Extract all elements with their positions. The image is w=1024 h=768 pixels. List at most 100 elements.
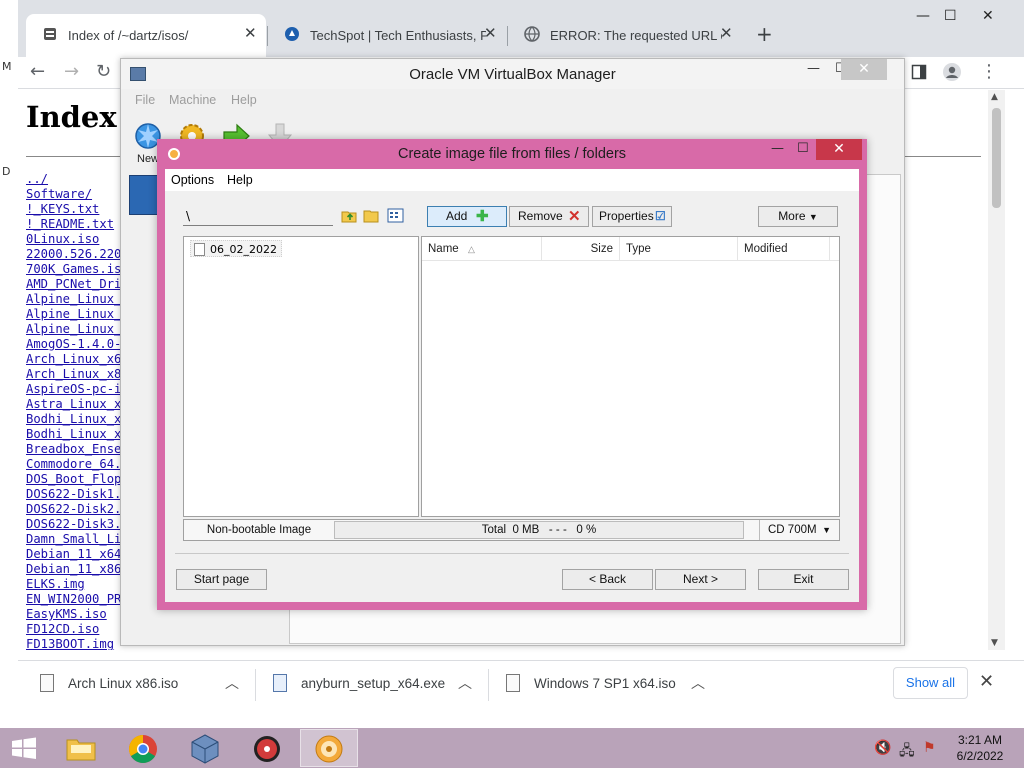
file-list-view[interactable]: Name △ Size Type Modified [421, 236, 840, 517]
chevron-up-icon[interactable]: ︿ [225, 673, 239, 693]
menu-machine[interactable]: Machine [169, 93, 216, 107]
taskbar-virtualbox[interactable] [176, 729, 234, 767]
minimize-icon[interactable]: — [916, 8, 930, 24]
file-link[interactable]: 0Linux.iso [26, 232, 99, 246]
file-link[interactable]: FD13BOOT.img [26, 637, 114, 650]
file-link[interactable]: EN_WIN2000_PR [26, 592, 121, 606]
kebab-menu-icon[interactable]: ⋮ [980, 61, 998, 82]
close-icon[interactable]: ✕ [841, 59, 887, 80]
open-folder-icon[interactable] [363, 208, 380, 223]
properties-button[interactable]: Properties ☑ [592, 206, 672, 227]
file-link[interactable]: 22000.526.220 [26, 247, 121, 261]
page-scrollbar[interactable]: ▲ ▼ [988, 90, 1005, 650]
menu-help[interactable]: Help [231, 93, 257, 107]
file-link[interactable]: AmogOS-1.4.0- [26, 337, 121, 351]
download-item[interactable]: Windows 7 SP1 x64.iso ︿ [506, 661, 731, 709]
chevron-up-icon[interactable]: ︿ [458, 673, 472, 693]
close-icon[interactable]: ✕ [244, 24, 257, 42]
close-icon[interactable]: ✕ [979, 671, 994, 692]
scroll-up-icon[interactable]: ▲ [991, 92, 998, 102]
file-link[interactable]: Alpine_Linux_ [26, 307, 121, 321]
file-link[interactable]: DOS622-Disk3. [26, 517, 121, 531]
file-link[interactable]: Debian_11_x86 [26, 562, 121, 576]
file-link[interactable]: AspireOS-pc-i [26, 382, 121, 396]
menu-file[interactable]: File [135, 93, 155, 107]
file-link[interactable]: 700K_Games.is [26, 262, 121, 276]
file-link[interactable]: Debian_11_x64 [26, 547, 121, 561]
download-item[interactable]: Arch Linux x86.iso ︿ [40, 661, 265, 709]
add-button[interactable]: Add ✚ [427, 206, 507, 227]
media-size-dropdown[interactable]: CD 700M ▼ [759, 520, 839, 540]
file-link[interactable]: FD12CD.iso [26, 622, 99, 636]
close-icon[interactable]: ✕ [816, 139, 862, 160]
new-tab-plus-icon[interactable]: + [756, 22, 773, 46]
folder-tree[interactable]: 06_02_2022 [183, 236, 419, 517]
network-icon[interactable]: 🖧 [899, 740, 915, 764]
file-link[interactable]: ../ [26, 172, 48, 186]
file-link[interactable]: Breadbox_Ense [26, 442, 121, 456]
maximize-icon[interactable]: ☐ [797, 141, 809, 156]
start-page-button[interactable]: Start page [176, 569, 267, 590]
taskbar-file-explorer[interactable] [52, 729, 110, 767]
close-window-icon[interactable]: ✕ [982, 8, 994, 24]
system-clock[interactable]: 3:21 AM 6/2/2022 [950, 732, 1010, 764]
taskbar-anyburn[interactable] [300, 729, 358, 767]
minimize-icon[interactable]: — [807, 61, 820, 76]
file-link[interactable]: ELKS.img [26, 577, 85, 591]
back-arrow-icon[interactable]: ← [30, 61, 45, 82]
tab-error[interactable]: ERROR: The requested URL could ✕ [508, 14, 740, 57]
file-link[interactable]: Arch_Linux_x8 [26, 367, 121, 381]
file-link[interactable]: Arch_Linux_x6 [26, 352, 121, 366]
file-link[interactable]: Bodhi_Linux_x [26, 427, 121, 441]
back-button[interactable]: < Back [562, 569, 653, 590]
file-link[interactable]: EasyKMS.iso [26, 607, 107, 621]
file-link[interactable]: DOS_Boot_Flop [26, 472, 121, 486]
action-center-icon[interactable]: ⚑ [923, 740, 936, 756]
more-button[interactable]: More ▼ [758, 206, 838, 227]
profile-avatar-icon[interactable] [942, 62, 962, 82]
tab-index-of-isos[interactable]: Index of /~dartz/isos/ ✕ [26, 14, 266, 57]
column-name[interactable]: Name △ [422, 237, 542, 261]
column-size[interactable]: Size [542, 237, 620, 261]
column-modified[interactable]: Modified [738, 237, 830, 261]
windows-start-icon[interactable] [0, 728, 48, 768]
file-link[interactable]: Alpine_Linux_ [26, 292, 121, 306]
download-item[interactable]: anyburn_setup_x64.exe ︿ [273, 661, 498, 709]
tab-techspot[interactable]: TechSpot | Tech Enthusiasts, Pow ✕ [268, 14, 506, 57]
file-link[interactable]: Astra_Linux_x [26, 397, 121, 411]
reload-icon[interactable]: ↻ [96, 61, 111, 82]
scrollbar-thumb[interactable] [992, 108, 1001, 208]
file-link[interactable]: DOS622-Disk1. [26, 487, 121, 501]
remove-button[interactable]: Remove ✕ [509, 206, 589, 227]
taskbar-burn-app[interactable] [238, 729, 296, 767]
scroll-down-icon[interactable]: ▼ [991, 638, 998, 648]
file-link[interactable]: Commodore_64. [26, 457, 121, 471]
file-link[interactable]: AMD_PCNet_Dri [26, 277, 121, 291]
file-link[interactable]: DOS622-Disk2. [26, 502, 121, 516]
forward-arrow-icon[interactable]: → [64, 61, 79, 82]
volume-muted-icon[interactable]: 🔇 [874, 740, 891, 756]
column-type[interactable]: Type [620, 237, 738, 261]
exit-button[interactable]: Exit [758, 569, 849, 590]
taskbar-chrome[interactable] [114, 729, 172, 767]
file-link[interactable]: Bodhi_Linux_x [26, 412, 121, 426]
chevron-up-icon[interactable]: ︿ [691, 673, 705, 693]
menu-help[interactable]: Help [227, 173, 253, 187]
file-link[interactable]: Software/ [26, 187, 92, 201]
tree-item[interactable]: 06_02_2022 [190, 240, 282, 257]
maximize-icon[interactable]: ☐ [944, 8, 957, 24]
show-all-button[interactable]: Show all [893, 667, 968, 699]
file-link[interactable]: Alpine_Linux_ [26, 322, 121, 336]
menu-options[interactable]: Options [171, 173, 214, 187]
side-panel-icon[interactable] [911, 64, 927, 80]
file-link[interactable]: !_KEYS.txt [26, 202, 99, 216]
next-button[interactable]: Next > [655, 569, 746, 590]
view-mode-icon[interactable] [387, 208, 404, 223]
minimize-icon[interactable]: — [771, 141, 784, 156]
file-link[interactable]: Damn_Small_Li [26, 532, 121, 546]
folder-up-icon[interactable] [341, 208, 358, 223]
close-icon[interactable]: ✕ [484, 24, 497, 42]
file-link[interactable]: !_README.txt [26, 217, 114, 231]
close-icon[interactable]: ✕ [720, 24, 733, 42]
path-field[interactable] [183, 207, 333, 226]
